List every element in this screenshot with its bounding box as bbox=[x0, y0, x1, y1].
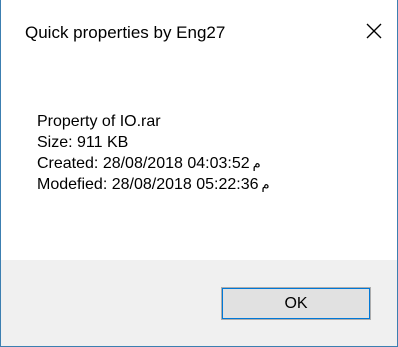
ok-button[interactable]: OK bbox=[221, 287, 371, 320]
modified-time-suffix: م bbox=[261, 177, 270, 192]
quick-properties-dialog: Quick properties by Eng27 Property of IO… bbox=[0, 0, 398, 347]
created-value: Created: 28/08/2018 04:03:52 bbox=[37, 155, 250, 172]
dialog-footer: OK bbox=[1, 260, 397, 346]
close-icon bbox=[366, 23, 382, 39]
close-button[interactable] bbox=[351, 0, 397, 62]
dialog-content: Property of IO.rar Size: 911 KB Created:… bbox=[1, 62, 397, 260]
created-time-suffix: م bbox=[252, 156, 261, 171]
created-line: Created: 28/08/2018 04:03:52 م bbox=[37, 153, 270, 174]
modified-value: Modefied: 28/08/2018 05:22:36 bbox=[37, 176, 259, 193]
file-size-line: Size: 911 KB bbox=[37, 134, 129, 151]
window-title: Quick properties by Eng27 bbox=[25, 23, 226, 42]
title-bar: Quick properties by Eng27 bbox=[1, 0, 397, 62]
file-name-line: Property of IO.rar bbox=[37, 113, 161, 130]
modified-line: Modefied: 28/08/2018 05:22:36 م bbox=[37, 174, 270, 195]
properties-info: Property of IO.rar Size: 911 KB Created:… bbox=[37, 111, 270, 195]
